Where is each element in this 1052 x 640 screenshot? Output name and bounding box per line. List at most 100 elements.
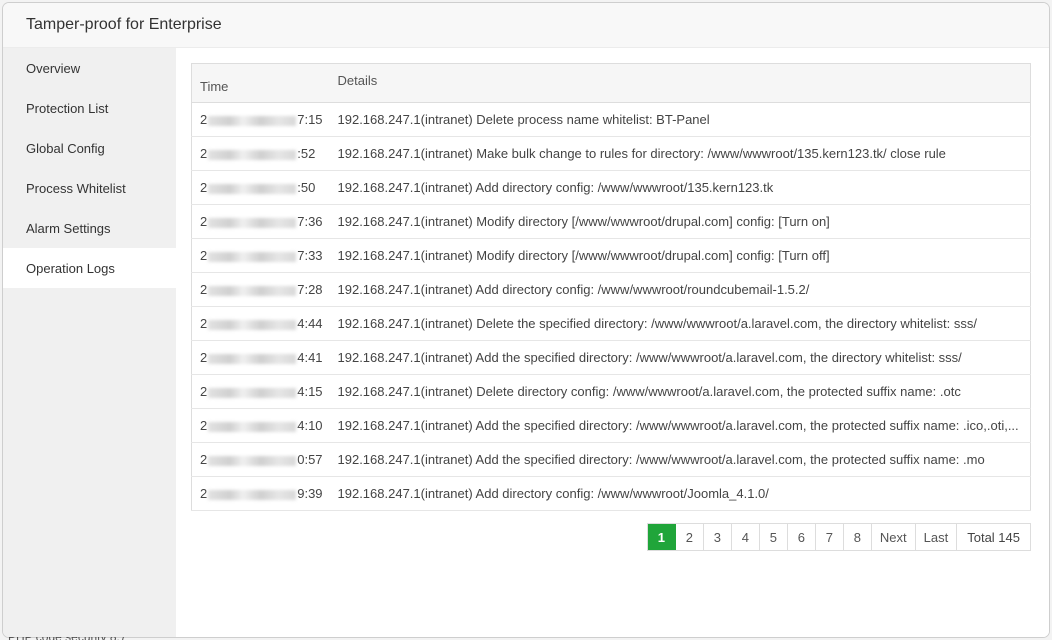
operation-log-table: Time Details 2 7:15 192.168.247.1(intranet… (191, 63, 1031, 511)
table-row: 2 4:41 192.168.247.1(intranet) Add the spe… (191, 340, 1031, 375)
log-time-suffix: 7:15 (297, 112, 323, 127)
log-details-cell: 192.168.247.1(intranet) Modify directory… (329, 204, 1031, 239)
redacted-timestamp (208, 319, 297, 330)
log-time-cell: 2 0:57 (191, 442, 330, 477)
column-header-time: Time (191, 63, 330, 103)
next-page-button[interactable]: Next (871, 524, 916, 550)
page-button-5[interactable]: 5 (759, 524, 788, 550)
redacted-timestamp (208, 421, 297, 432)
redacted-timestamp (208, 387, 297, 398)
log-time-cell: 2 4:15 (191, 374, 330, 409)
log-details-cell: 192.168.247.1(intranet) Add directory co… (329, 170, 1031, 205)
sidebar-item-protection-list[interactable]: Protection List (3, 88, 176, 128)
table-row: 2 4:44 192.168.247.1(intranet) Delete the … (191, 306, 1031, 341)
redacted-timestamp (208, 217, 297, 228)
table-row: 2 4:15 192.168.247.1(intranet) Delete dire… (191, 374, 1031, 409)
log-time-prefix: 2 (200, 214, 208, 229)
table-body: 2 7:15 192.168.247.1(intranet) Delete proc… (191, 102, 1031, 511)
log-time-cell: 2 9:39 (191, 476, 330, 511)
table-row: 2 0:57 192.168.247.1(intranet) Add the spe… (191, 442, 1031, 477)
log-time-cell: 2 7:28 (191, 272, 330, 307)
page-button-7[interactable]: 7 (815, 524, 844, 550)
pagination: 1 2 3 4 5 6 7 8 Next Last Total 145 (646, 523, 1031, 551)
log-time-prefix: 2 (200, 180, 208, 195)
log-time-suffix: 7:36 (297, 214, 323, 229)
log-time-suffix: 7:33 (297, 248, 323, 263)
sidebar-item-label: Global Config (26, 140, 105, 156)
sidebar-item-label: Alarm Settings (26, 220, 111, 236)
log-time-prefix: 2 (200, 248, 208, 263)
page-button-3[interactable]: 3 (703, 524, 732, 550)
log-time-prefix: 2 (200, 384, 208, 399)
redacted-timestamp (208, 251, 297, 262)
column-header-details: Details (329, 63, 1031, 103)
table-row: 2 7:28 192.168.247.1(intranet) Add directo… (191, 272, 1031, 307)
dialog-title: Tamper-proof for Enterprise (26, 16, 222, 33)
sidebar-item-label: Process Whitelist (26, 180, 126, 196)
table-row: 2 7:36 192.168.247.1(intranet) Modify dire… (191, 204, 1031, 239)
log-details-cell: 192.168.247.1(intranet) Delete the speci… (329, 306, 1031, 341)
log-time-cell: 2 4:10 (191, 408, 330, 443)
log-time-cell: 2 7:36 (191, 204, 330, 239)
log-details-cell: 192.168.247.1(intranet) Add directory co… (329, 272, 1031, 307)
log-time-suffix: 4:44 (297, 316, 323, 331)
log-details-cell: 192.168.247.1(intranet) Modify directory… (329, 238, 1031, 273)
sidebar-item-global-config[interactable]: Global Config (3, 128, 176, 168)
dialog-header: Tamper-proof for Enterprise (3, 3, 1049, 48)
sidebar-item-label: Overview (26, 60, 81, 76)
page-button-1[interactable]: 1 (647, 524, 676, 550)
table-row: 2 9:39 192.168.247.1(intranet) Add directo… (191, 476, 1031, 511)
log-time-suffix: 4:10 (297, 418, 323, 433)
table-row: 2 7:15 192.168.247.1(intranet) Delete proc… (191, 102, 1031, 137)
log-time-suffix: 4:15 (297, 384, 323, 399)
sidebar-item-alarm-settings[interactable]: Alarm Settings (3, 208, 176, 248)
log-time-prefix: 2 (200, 486, 208, 501)
log-time-cell: 2 4:41 (191, 340, 330, 375)
log-time-prefix: 2 (200, 146, 208, 161)
log-time-cell: 2 4:44 (191, 306, 330, 341)
log-details-cell: 192.168.247.1(intranet) Add directory co… (329, 476, 1031, 511)
log-time-suffix: :50 (297, 180, 316, 195)
sidebar-item-operation-logs[interactable]: Operation Logs (3, 248, 176, 288)
table-header-row: Time Details (191, 63, 1031, 103)
log-details-cell: 192.168.247.1(intranet) Add the specifie… (329, 408, 1031, 443)
operation-logs-panel: Time Details 2 7:15 192.168.247.1(intranet… (176, 48, 1049, 637)
redacted-timestamp (208, 115, 297, 126)
last-page-button[interactable]: Last (915, 524, 958, 550)
redacted-timestamp (208, 455, 297, 466)
page-button-8[interactable]: 8 (843, 524, 872, 550)
tamper-proof-dialog: Tamper-proof for Enterprise Overview Pro… (3, 3, 1049, 637)
log-time-prefix: 2 (200, 316, 208, 331)
redacted-timestamp (208, 489, 297, 500)
log-time-suffix: :52 (297, 146, 316, 161)
dialog-body: Overview Protection List Global Config P… (3, 48, 1049, 637)
log-details-cell: 192.168.247.1(intranet) Delete directory… (329, 374, 1031, 409)
sidebar-item-process-whitelist[interactable]: Process Whitelist (3, 168, 176, 208)
log-details-cell: 192.168.247.1(intranet) Add the specifie… (329, 442, 1031, 477)
redacted-timestamp (208, 285, 297, 296)
table-row: 2 :52 192.168.247.1(intranet) Make bulk ch… (191, 136, 1031, 171)
log-time-prefix: 2 (200, 350, 208, 365)
redacted-timestamp (208, 149, 297, 160)
log-time-cell: 2 :52 (191, 136, 330, 171)
log-time-cell: 2 7:15 (191, 102, 330, 137)
log-time-suffix: 9:39 (297, 486, 323, 501)
table-row: 2 7:33 192.168.247.1(intranet) Modify dire… (191, 238, 1031, 273)
sidebar-item-overview[interactable]: Overview (3, 48, 176, 88)
log-time-suffix: 4:41 (297, 350, 323, 365)
redacted-timestamp (208, 353, 297, 364)
page-button-4[interactable]: 4 (731, 524, 760, 550)
sidebar-item-label: Protection List (26, 100, 109, 116)
page-button-2[interactable]: 2 (675, 524, 704, 550)
log-details-cell: 192.168.247.1(intranet) Make bulk change… (329, 136, 1031, 171)
page-button-6[interactable]: 6 (787, 524, 816, 550)
log-time-prefix: 2 (200, 282, 208, 297)
log-details-cell: 192.168.247.1(intranet) Delete process n… (329, 102, 1031, 137)
table-row: 2 :50 192.168.247.1(intranet) Add director… (191, 170, 1031, 205)
redacted-timestamp (208, 183, 297, 194)
table-row: 2 4:10 192.168.247.1(intranet) Add the spe… (191, 408, 1031, 443)
log-time-suffix: 7:28 (297, 282, 323, 297)
log-time-prefix: 2 (200, 418, 208, 433)
log-time-cell: 2 :50 (191, 170, 330, 205)
sidebar-item-label: Operation Logs (26, 260, 115, 276)
